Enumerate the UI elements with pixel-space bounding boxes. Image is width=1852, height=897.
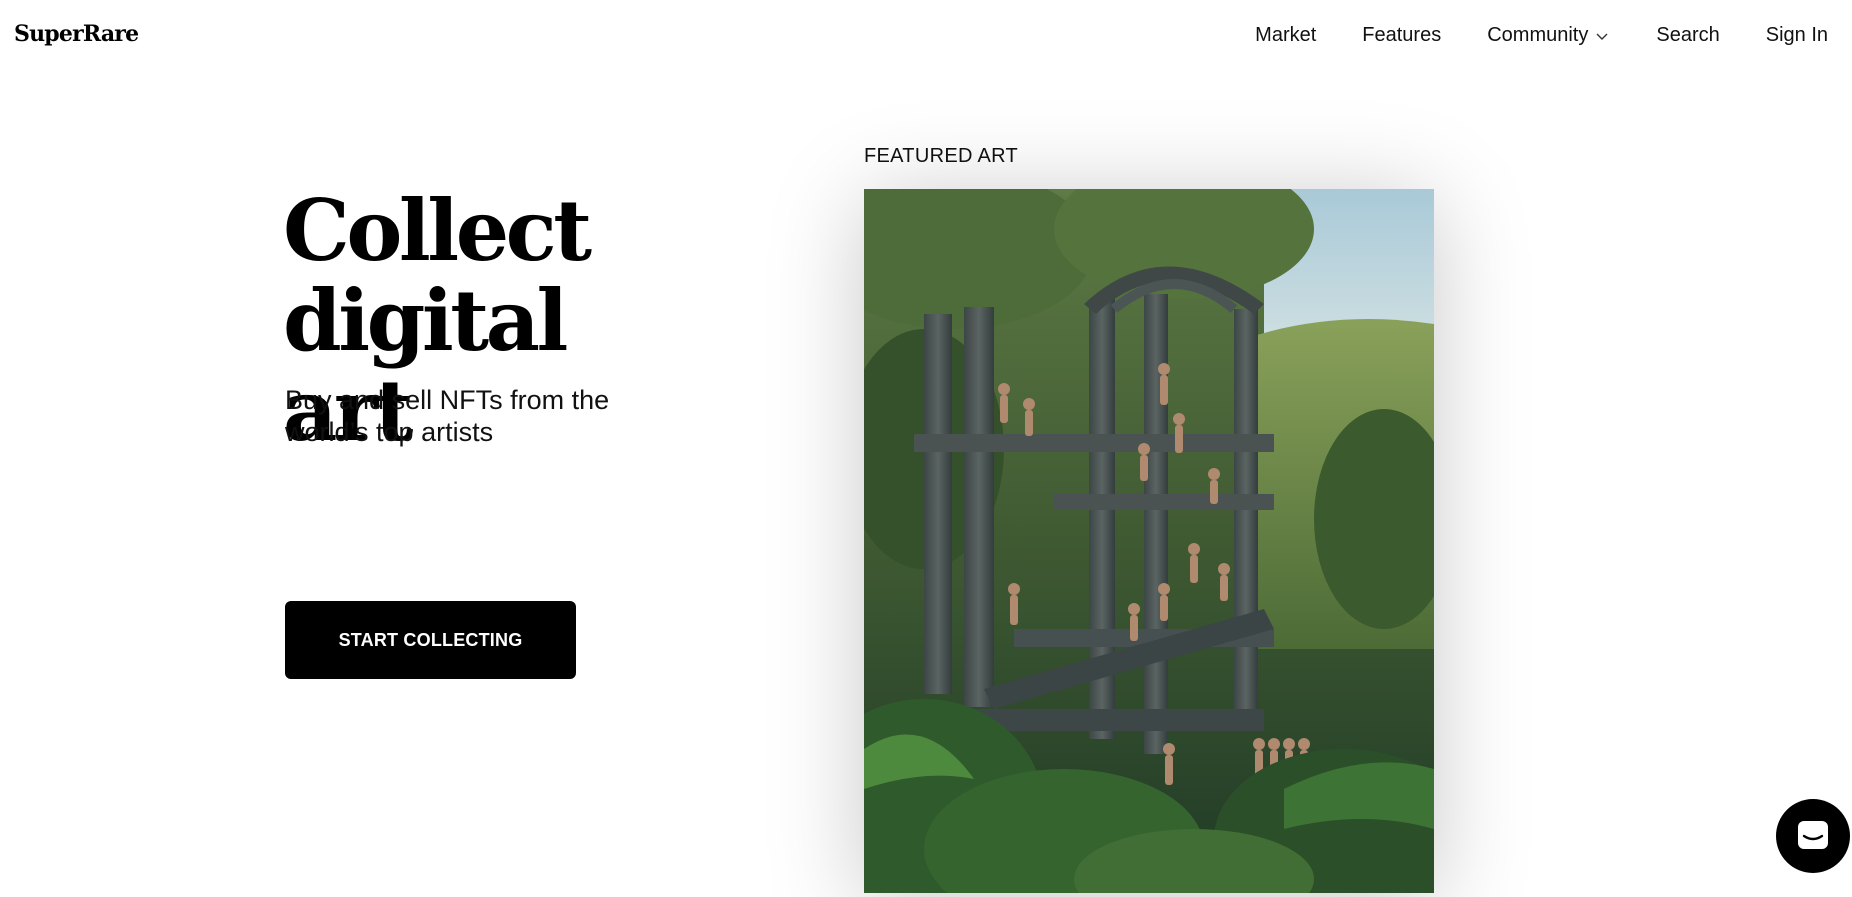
hero-subtitle-line1: Buy and sell NFTs from the [285,385,610,415]
nav-market[interactable]: Market [1255,24,1316,47]
hero-subtitle-line2: world’s top artists [285,417,494,447]
page: SuperRare Market Features Community Sear… [0,0,1852,897]
chat-icon [1798,821,1828,849]
nav-features[interactable]: Features [1362,24,1441,47]
featured-artwork-image [864,189,1434,893]
nav-community[interactable]: Community [1487,24,1610,47]
nav-sign-in[interactable]: Sign In [1766,24,1828,47]
nav-search[interactable]: Search [1656,24,1719,47]
nav-community-label: Community [1487,24,1589,46]
hero-subtitle: Buy and sell NFTs from the world’s top a… [285,384,645,448]
featured-art-label: FEATURED ART [864,145,1018,167]
chat-launcher-button[interactable] [1776,799,1850,873]
main-nav: Market Features Community Search Sign In [1255,24,1828,47]
start-collecting-button[interactable]: START COLLECTING [285,601,576,679]
featured-artwork[interactable] [864,189,1434,893]
chevron-down-icon [1596,33,1608,40]
site-header: SuperRare Market Features Community Sear… [0,0,1852,76]
hero-title-line1: Collect [283,181,592,280]
logo[interactable]: SuperRare [14,21,139,47]
